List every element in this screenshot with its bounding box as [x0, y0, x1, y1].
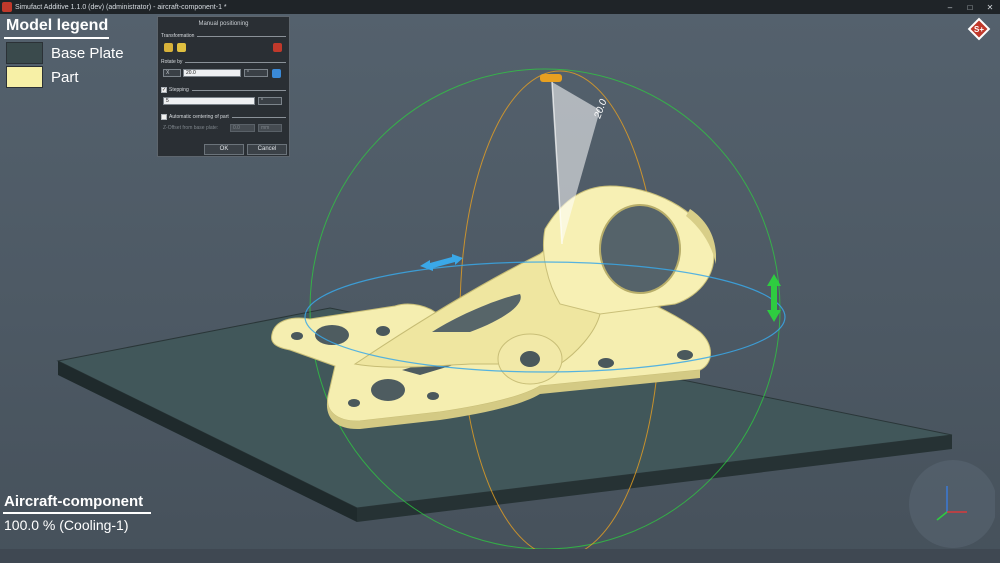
rotate-unit-select[interactable]: ° — [244, 69, 268, 77]
model-name: Aircraft-component — [4, 493, 144, 510]
part-hole — [291, 332, 303, 340]
reset-icon[interactable] — [273, 43, 282, 52]
section-rule — [185, 61, 286, 63]
window-controls: – □ ✕ — [940, 0, 1000, 14]
rotation-handle[interactable] — [540, 74, 562, 82]
auto-center-section: Automatic centering of part — [161, 114, 286, 120]
part-boss-hole — [520, 351, 540, 367]
axis-orientation-gizmo[interactable] — [905, 454, 995, 549]
window-title: Simufact Additive 1.1.0 (dev) (administr… — [15, 3, 227, 11]
part-hole — [598, 358, 614, 368]
rotate-mode-icon[interactable] — [177, 43, 186, 52]
angle-annotation: 20.0 — [592, 98, 609, 121]
ok-button[interactable]: OK — [204, 144, 244, 155]
legend-label: Base Plate — [51, 44, 124, 62]
app-icon — [2, 2, 12, 12]
legend-title: Model legend — [6, 17, 109, 34]
model-divider — [3, 512, 151, 514]
stepping-section: ✓ Stepping — [161, 87, 286, 93]
rotate-value-input[interactable]: 20.0 — [183, 69, 241, 77]
stepping-checkbox[interactable]: ✓ — [161, 87, 167, 93]
stepping-input[interactable]: 5 — [163, 97, 255, 105]
legend-swatch-base-plate — [6, 42, 43, 64]
simufact-badge-icon[interactable]: S+ — [966, 16, 992, 42]
maximize-button[interactable]: □ — [960, 0, 980, 14]
rotate-by-label: Rotate by — [161, 59, 183, 65]
z-offset-unit-select[interactable]: mm — [258, 124, 282, 132]
section-rule — [197, 35, 286, 37]
stepping-unit-select[interactable]: ° — [258, 97, 282, 105]
auto-center-checkbox[interactable] — [161, 114, 167, 120]
part-hole — [427, 392, 439, 400]
part-lug-hole — [599, 204, 681, 294]
rotate-by-section: Rotate by — [161, 59, 286, 65]
legend-item-base-plate: Base Plate — [6, 42, 124, 64]
legend-label: Part — [51, 68, 79, 86]
dialog-title: Manual positioning — [198, 21, 249, 27]
translate-mode-icon[interactable] — [164, 43, 173, 52]
model-status: 100.0 % (Cooling-1) — [4, 517, 129, 533]
title-bar: Simufact Additive 1.1.0 (dev) (administr… — [0, 0, 1000, 14]
part-hole — [677, 350, 693, 360]
legend-swatch-part — [6, 66, 43, 88]
legend-item-part: Part — [6, 66, 79, 88]
part-hole — [376, 326, 390, 336]
manual-positioning-dialog: Manual positioning Transformation Rotate… — [157, 16, 290, 157]
auto-center-label: Automatic centering of part — [169, 114, 229, 120]
drag-arrow-horizontal[interactable] — [420, 254, 463, 271]
apply-rotation-icon[interactable] — [272, 69, 281, 78]
legend-divider — [4, 37, 109, 39]
part-hole — [371, 379, 405, 401]
transformation-section: Transformation — [161, 33, 286, 39]
z-offset-label: Z-Offset from base plate: — [163, 125, 219, 131]
cancel-button[interactable]: Cancel — [247, 144, 287, 155]
section-rule — [231, 116, 286, 118]
close-button[interactable]: ✕ — [980, 0, 1000, 14]
section-rule — [191, 89, 286, 91]
stepping-label: Stepping — [169, 87, 189, 93]
badge-text: S+ — [974, 25, 984, 34]
minimize-button[interactable]: – — [940, 0, 960, 14]
axis-select[interactable]: X — [163, 69, 181, 77]
part-hole — [348, 399, 360, 407]
3d-viewport[interactable]: 20.0 Model legend Base Plate Part Manual… — [0, 14, 1000, 563]
transformation-label: Transformation — [161, 33, 195, 39]
status-strip — [0, 549, 1000, 563]
scene[interactable]: 20.0 — [0, 14, 1000, 563]
z-offset-input[interactable]: 0.0 — [230, 124, 255, 132]
